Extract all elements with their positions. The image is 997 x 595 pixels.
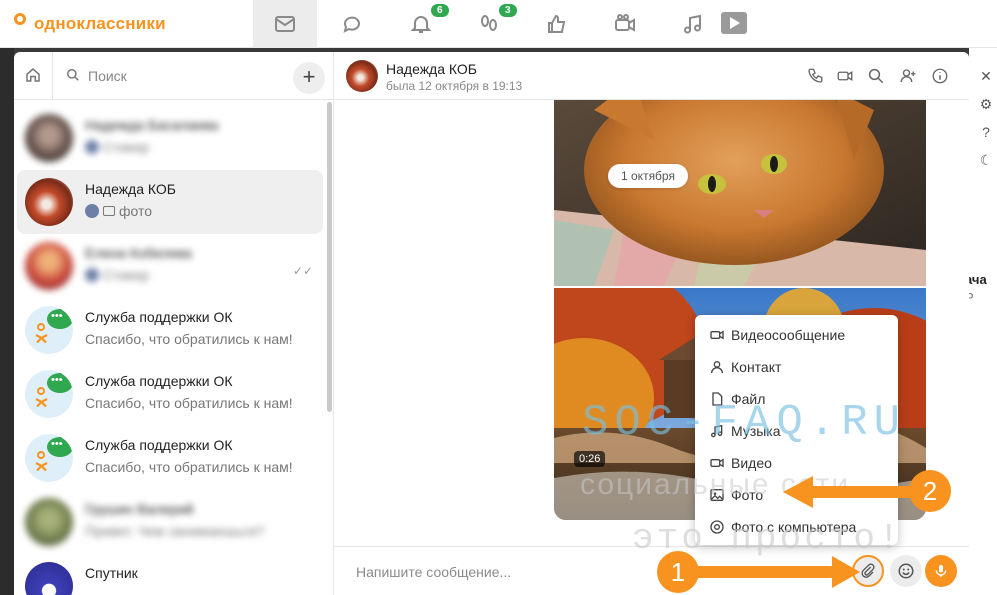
chat-list-item[interactable]: Спутник: [17, 554, 323, 595]
chat-name: Спутник: [85, 565, 138, 581]
step-2-marker: 2: [909, 470, 951, 512]
chat-preview: Стикер: [85, 139, 149, 155]
chat-name: Грушин Валерий: [85, 501, 194, 517]
chat-list-item[interactable]: Служба поддержки ОК Спасибо, что обратил…: [17, 298, 323, 362]
chat-preview: фото: [85, 203, 152, 219]
music-note-icon: [684, 14, 701, 34]
chat-list-item[interactable]: Служба поддержки ОК Спасибо, что обратил…: [17, 426, 323, 490]
chat-name: Служба поддержки ОК: [85, 309, 233, 325]
photo-icon: [103, 206, 115, 216]
sender-avatar: [85, 204, 99, 218]
search-icon[interactable]: [867, 67, 885, 85]
notifications-badge: 6: [431, 4, 449, 17]
voice-message-button[interactable]: [925, 555, 957, 587]
emoji-button[interactable]: [890, 555, 922, 587]
chat-preview: Спасибо, что обратились к нам!: [85, 395, 293, 411]
ok-logo-icon: [12, 12, 28, 36]
chat-name: Служба поддержки ОК: [85, 373, 233, 389]
cat-photo-icon: [554, 100, 926, 286]
nav-discussions[interactable]: [321, 0, 385, 48]
search-icon: [67, 69, 79, 81]
home-icon[interactable]: [24, 66, 42, 84]
chat-list-item-selected[interactable]: Надежда КОБ фото: [17, 170, 323, 234]
background-page-left: [0, 48, 14, 595]
avatar: [25, 114, 73, 162]
nav-guests[interactable]: 3: [457, 0, 521, 48]
chat-list-item[interactable]: Служба поддержки ОК Спасибо, что обратил…: [17, 362, 323, 426]
date-divider: 1 октября: [608, 164, 688, 188]
ok-support-avatar: [25, 434, 73, 482]
search-input[interactable]: [88, 64, 278, 88]
phone-icon[interactable]: [806, 67, 824, 85]
attach-menu-item[interactable]: Видеосообщение: [695, 319, 898, 351]
video-camera-icon: [615, 14, 635, 32]
nav-notifications[interactable]: 6: [389, 0, 453, 48]
video-call-icon[interactable]: [836, 67, 854, 85]
help-icon[interactable]: ?: [978, 124, 994, 140]
paperclip-icon: [861, 563, 875, 578]
chat-preview: Привет. Чем занимаешься?: [85, 523, 265, 539]
avatar: [25, 242, 73, 290]
top-navigation-bar: одноклассники 6 3: [0, 0, 997, 48]
thumbs-up-icon: [548, 14, 566, 33]
contact-status: была 12 октября в 19:13: [386, 79, 523, 93]
chat-list-header: +: [14, 52, 333, 100]
footprints-icon: [481, 15, 497, 31]
chat-list-item[interactable]: Грушин Валерий Привет. Чем занимаешься?: [17, 490, 323, 554]
ok-logo[interactable]: одноклассники: [12, 12, 166, 36]
new-chat-button[interactable]: +: [293, 62, 325, 94]
nav-music[interactable]: [661, 0, 725, 48]
chat-name: Елена Кобелева: [85, 245, 192, 261]
microphone-icon: [935, 565, 947, 577]
avatar: [25, 178, 73, 226]
close-icon[interactable]: ✕: [978, 68, 994, 84]
avatar: [25, 498, 73, 546]
person-icon: [711, 361, 723, 374]
smile-icon: [898, 563, 914, 579]
avatar: [25, 562, 73, 595]
read-receipt-icon: ✓✓: [292, 264, 313, 278]
ok-support-avatar: [25, 306, 73, 354]
chat-preview: Стикер: [85, 267, 149, 283]
chat-list-panel: + Надежда Басалаева Стикер Надежда КОБ ф…: [14, 52, 334, 595]
nav-video[interactable]: [593, 0, 657, 48]
chat-list-item[interactable]: Елена Кобелева Стикер ✓✓: [17, 234, 323, 298]
chat-name: Надежда КОБ: [85, 181, 176, 197]
chat-name: Служба поддержки ОК: [85, 437, 233, 453]
watermark-site: SOC-FAQ.RU: [582, 398, 907, 448]
chat-bubbles-icon: [343, 16, 360, 33]
nav-messages[interactable]: [253, 0, 317, 48]
message-photo-cat[interactable]: [554, 100, 926, 286]
watermark-tagline: социальные сети: [580, 468, 851, 501]
attach-menu-item[interactable]: Контакт: [695, 351, 898, 383]
gear-icon[interactable]: ⚙: [978, 96, 994, 112]
ok-support-avatar: [25, 370, 73, 418]
info-icon[interactable]: [931, 67, 949, 85]
video-duration: 0:26: [574, 451, 606, 467]
play-icon[interactable]: [721, 12, 747, 34]
video-message-icon: [710, 330, 724, 340]
nav-events[interactable]: [525, 0, 589, 48]
contact-name[interactable]: Надежда КОБ: [386, 61, 477, 77]
conversation-header: Надежда КОБ была 12 октября в 19:13: [334, 52, 969, 100]
chat-preview: Спасибо, что обратились к нам!: [85, 459, 293, 475]
envelope-icon: [275, 16, 295, 32]
moon-icon[interactable]: ☾: [978, 152, 994, 168]
guests-badge: 3: [499, 4, 517, 17]
brand-name: одноклассники: [34, 14, 166, 33]
message-input[interactable]: [356, 561, 836, 583]
chat-preview: Спасибо, что обратились к нам!: [85, 331, 293, 347]
contact-avatar[interactable]: [346, 60, 378, 92]
bell-icon: [410, 16, 432, 33]
attach-button[interactable]: [852, 555, 884, 587]
chat-name: Надежда Басалаева: [85, 117, 219, 133]
chat-list-scrollbar[interactable]: [327, 102, 332, 412]
step-1-marker: 1: [657, 551, 699, 593]
add-person-icon[interactable]: [899, 67, 917, 85]
chat-list-item[interactable]: Надежда Басалаева Стикер: [17, 106, 323, 170]
